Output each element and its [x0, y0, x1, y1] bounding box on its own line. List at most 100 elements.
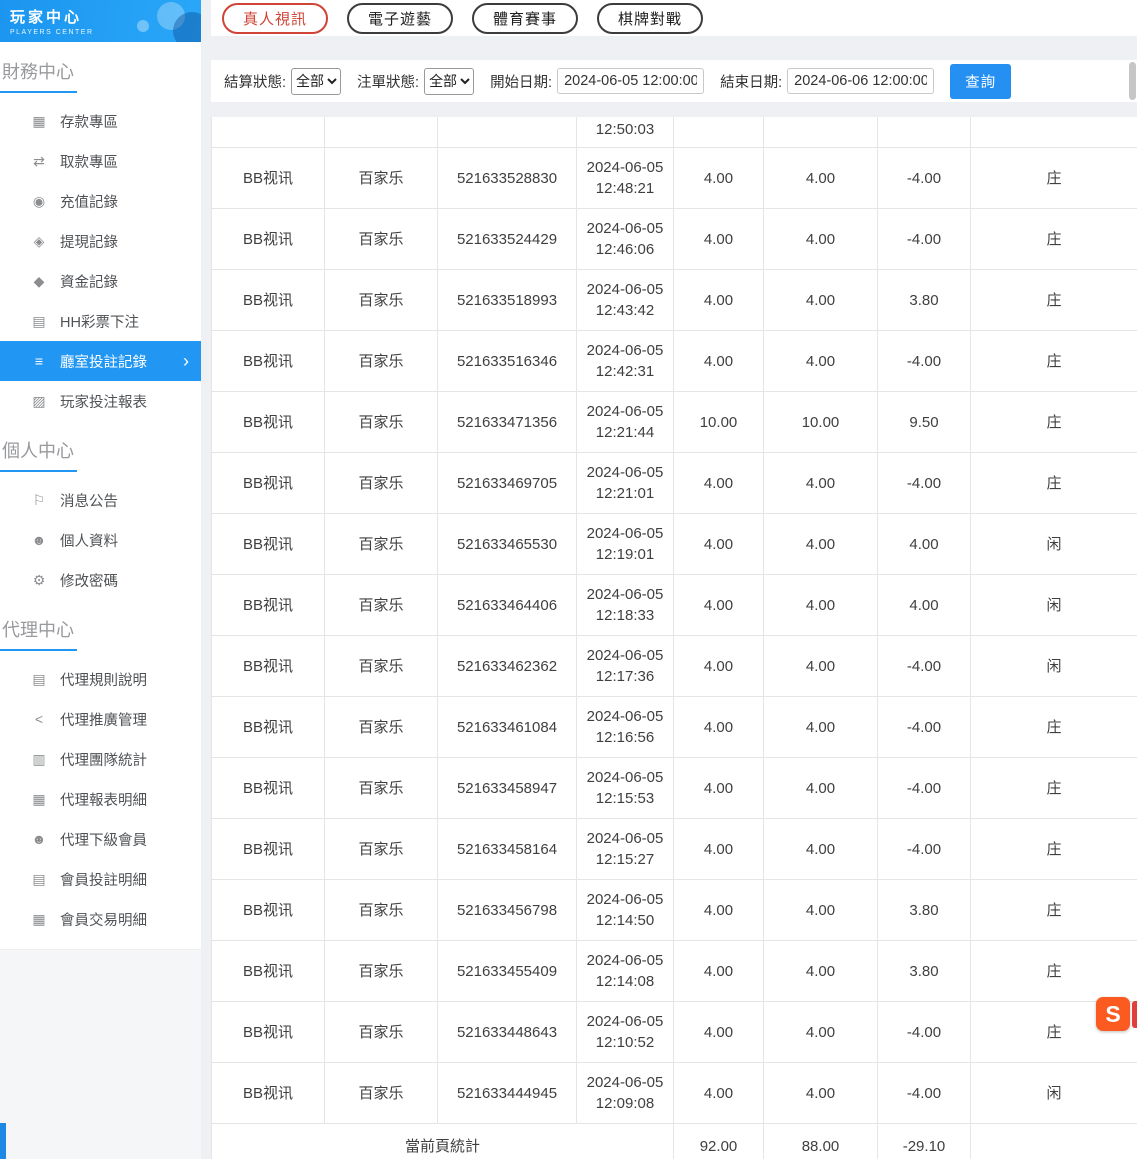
- sidebar-item[interactable]: ◉充值記錄: [0, 181, 201, 221]
- sidebar-item[interactable]: ▨玩家投注報表: [0, 381, 201, 421]
- order-status-select[interactable]: 全部: [424, 68, 474, 95]
- lottery-bet-icon: ▤: [30, 313, 48, 330]
- tab-電子遊藝[interactable]: 電子遊藝: [347, 3, 453, 34]
- cell-bet-amount: 4.00: [674, 819, 764, 880]
- start-date-label: 開始日期:: [490, 71, 552, 92]
- sidebar-item[interactable]: ▤ HH彩票下注: [0, 301, 201, 341]
- cell-order-id: 521633528830: [438, 148, 577, 209]
- search-button[interactable]: 查詢: [950, 64, 1011, 99]
- cell-order-id: 521633516346: [438, 331, 577, 392]
- tab-真人視訊[interactable]: 真人視訊: [222, 3, 328, 34]
- cell-game: 百家乐: [325, 880, 438, 941]
- cell-bet-amount: 4.00: [674, 1002, 764, 1063]
- sidebar-item[interactable]: ◈提現記錄: [0, 221, 201, 261]
- sidebar-item[interactable]: ⚐消息公告: [0, 480, 201, 520]
- cell-game: 百家乐: [325, 148, 438, 209]
- sidebar-section-title: 個人中心: [2, 437, 201, 463]
- app: 玩家中心 PLAYERS CENTER 財務中心▦存款專區⇄取款專區◉充值記錄◈…: [0, 0, 1137, 1159]
- sidebar-item[interactable]: ▦代理報表明細: [0, 779, 201, 819]
- cell-platform: BB视讯: [212, 819, 325, 880]
- settle-status-select[interactable]: 全部: [291, 68, 341, 95]
- cell-valid-bet: 4.00: [764, 1063, 878, 1124]
- cell-order-id: 521633444945: [438, 1063, 577, 1124]
- cell-game: 百家乐: [325, 331, 438, 392]
- sidebar-item[interactable]: ▤會員投註明細: [0, 859, 201, 899]
- cell-platform: BB视讯: [212, 758, 325, 819]
- sidebar-section-title: 代理中心: [2, 616, 201, 642]
- settle-status-label: 結算狀態:: [224, 71, 286, 92]
- end-date-input[interactable]: [787, 68, 934, 94]
- cell-platform: BB视讯: [212, 880, 325, 941]
- sidebar-item-label: 資金記錄: [60, 271, 118, 292]
- sidebar-item[interactable]: ⚙修改密碼: [0, 560, 201, 600]
- cell-bet-amount: 4.00: [674, 209, 764, 270]
- cell-order-id: 521633464406: [438, 575, 577, 636]
- cell-result: 庄: [971, 270, 1137, 331]
- cell-winloss: -4.00: [878, 819, 971, 880]
- cell-result: 闲: [971, 1063, 1137, 1124]
- cell-valid-bet: 4.00: [764, 880, 878, 941]
- end-date-label: 結束日期:: [720, 71, 782, 92]
- cell-winloss: 3.80: [878, 880, 971, 941]
- sidebar-item[interactable]: ⇄取款專區: [0, 141, 201, 181]
- order-status-label: 注單狀態:: [357, 71, 419, 92]
- logo-subtitle: PLAYERS CENTER: [10, 29, 201, 36]
- cell-winloss: -4.00: [878, 209, 971, 270]
- cell-time: 2024-06-05 12:43:42: [577, 270, 674, 331]
- sidebar-item[interactable]: ≡廳室投註記錄›: [0, 341, 201, 381]
- tab-棋牌對戰[interactable]: 棋牌對戰: [597, 3, 703, 34]
- cell-bet-amount: 4.00: [674, 331, 764, 392]
- cell-time: 2024-06-05 12:42:31: [577, 331, 674, 392]
- tab-體育賽事[interactable]: 體育賽事: [472, 3, 578, 34]
- cell-platform: BB视讯: [212, 148, 325, 209]
- sidebar-item-label: 代理規則說明: [60, 669, 147, 690]
- footer-result-empty: [971, 1124, 1137, 1159]
- sidebar-item[interactable]: ▥代理團隊統計: [0, 739, 201, 779]
- sidebar: 玩家中心 PLAYERS CENTER 財務中心▦存款專區⇄取款專區◉充值記錄◈…: [0, 0, 201, 1159]
- cell-bet-amount: 10.00: [674, 392, 764, 453]
- sidebar-item[interactable]: <代理推廣管理: [0, 699, 201, 739]
- cell-platform: BB视讯: [212, 575, 325, 636]
- table-row: BB视讯百家乐5216334449452024-06-05 12:09:084.…: [212, 1063, 1137, 1124]
- user-icon: ☻: [30, 532, 48, 548]
- cell-order-id: 521633462362: [438, 636, 577, 697]
- start-date-input[interactable]: [557, 68, 704, 94]
- cell-winloss: 4.00: [878, 575, 971, 636]
- table-row-partial: 12:50:03: [212, 117, 1137, 148]
- cell-result: 庄: [971, 697, 1137, 758]
- cell-bet-amount: 4.00: [674, 758, 764, 819]
- withdraw-icon: ⇄: [30, 153, 48, 170]
- cell-bet-amount: 4.00: [674, 880, 764, 941]
- cell-result: 庄: [971, 880, 1137, 941]
- sidebar-item[interactable]: ▤代理規則說明: [0, 659, 201, 699]
- sidebar-item[interactable]: ☻代理下級會員: [0, 819, 201, 859]
- cell-time: 2024-06-05 12:18:33: [577, 575, 674, 636]
- sidebar-item[interactable]: ▦會員交易明細: [0, 899, 201, 939]
- cell-platform: BB视讯: [212, 331, 325, 392]
- sidebar-item[interactable]: ◆資金記錄: [0, 261, 201, 301]
- cell-result: 闲: [971, 514, 1137, 575]
- filter-bar: 結算狀態: 全部 注單狀態: 全部 開始日期: 結束日期: 查詢: [211, 60, 1137, 102]
- table-row: BB视讯百家乐5216334610842024-06-05 12:16:564.…: [212, 697, 1137, 758]
- scrollbar-thumb[interactable]: [1129, 62, 1136, 100]
- sidebar-item-label: HH彩票下注: [60, 311, 139, 332]
- cell-time: 2024-06-05 12:48:21: [577, 148, 674, 209]
- table-row: BB视讯百家乐5216334589472024-06-05 12:15:534.…: [212, 758, 1137, 819]
- table-footer-row: 當前頁統計92.0088.00-29.10: [212, 1124, 1137, 1159]
- cell-valid-bet: 4.00: [764, 1002, 878, 1063]
- cell-game: 百家乐: [325, 514, 438, 575]
- sidebar-item[interactable]: ☻個人資料: [0, 520, 201, 560]
- cell-platform: BB视讯: [212, 636, 325, 697]
- cell-platform: BB视讯: [212, 514, 325, 575]
- cell-result: [971, 117, 1137, 148]
- share-icon: <: [30, 711, 48, 727]
- sogou-input-icon[interactable]: S: [1096, 997, 1130, 1031]
- cell-valid-bet: 4.00: [764, 575, 878, 636]
- cell-game: [325, 117, 438, 148]
- sidebar-item[interactable]: ▦存款專區: [0, 101, 201, 141]
- sogou-toolbar-fragment: [1132, 1001, 1137, 1028]
- cell-result: 庄: [971, 453, 1137, 514]
- section-title-underline: [0, 91, 77, 93]
- cell-winloss: -4.00: [878, 453, 971, 514]
- cell-platform: BB视讯: [212, 270, 325, 331]
